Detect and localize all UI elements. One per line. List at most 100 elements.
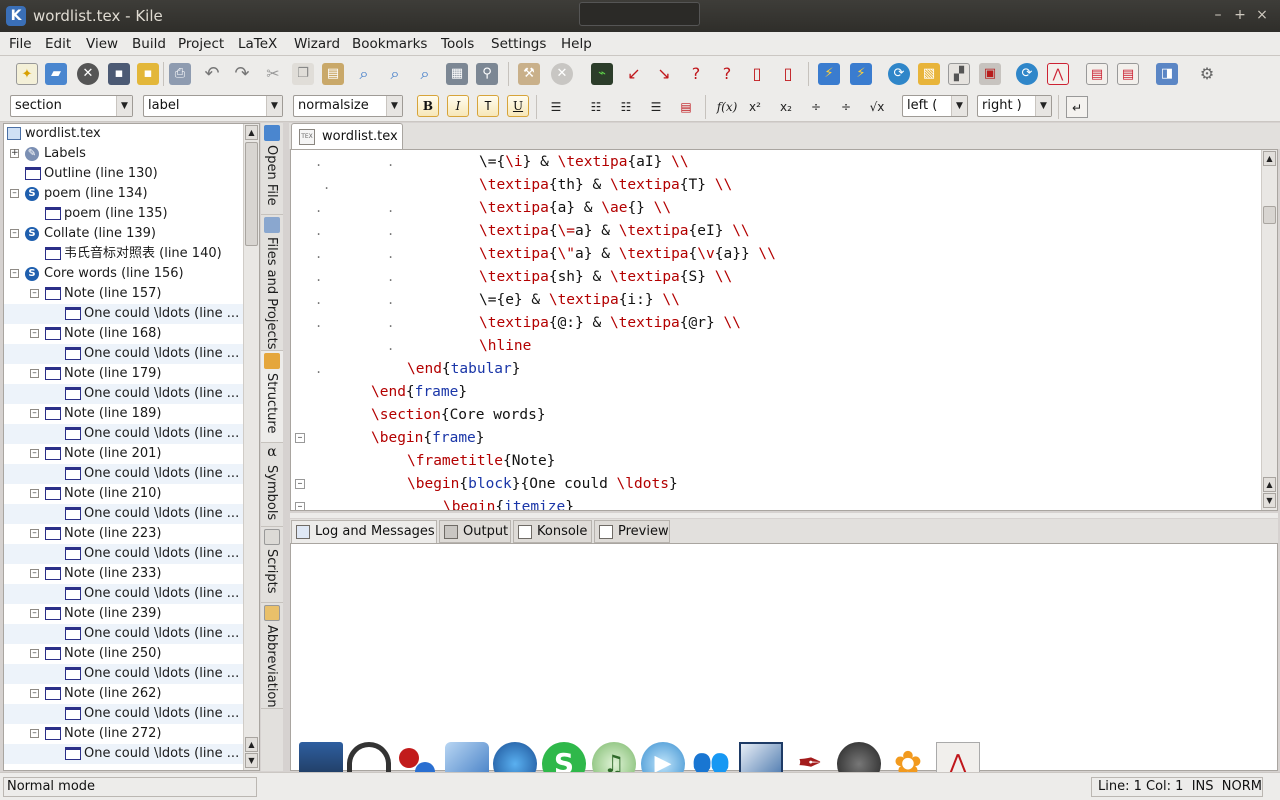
quick-build-icon[interactable]: ⌁: [591, 63, 613, 85]
expand-toggle-icon[interactable]: –: [30, 529, 39, 538]
tree-item-frame[interactable]: Outline (line 130): [4, 164, 244, 184]
find-next-icon[interactable]: ⌕: [384, 63, 406, 85]
code-line[interactable]: \begin{block}{One could \ldots}: [407, 473, 678, 496]
minimize-icon[interactable]: –: [1208, 5, 1228, 25]
code-line[interactable]: \textipa{sh} & \textipa{S} \\: [479, 266, 732, 289]
code-line[interactable]: \hline: [479, 335, 531, 358]
code-line[interactable]: \textipa{@:} & \textipa{@r} \\: [479, 312, 741, 335]
code-line[interactable]: \begin{frame}: [371, 427, 485, 450]
chevron-down-icon[interactable]: ▼: [951, 96, 967, 116]
tree-item-frame[interactable]: – Note (line 250): [4, 644, 244, 664]
tree-item-block[interactable]: One could \ldots (line ...: [4, 744, 244, 764]
code-line[interactable]: \textipa{a} & \ae{} \\: [479, 197, 671, 220]
expand-toggle-icon[interactable]: –: [30, 689, 39, 698]
bold-button[interactable]: B: [417, 95, 439, 117]
expand-toggle-icon[interactable]: –: [30, 489, 39, 498]
view-pdf-icon[interactable]: ▣: [979, 63, 1001, 85]
tree-item-frame[interactable]: 韦氏音标对照表 (line 140): [4, 244, 244, 264]
fold-toggle-icon[interactable]: –: [295, 502, 305, 510]
expand-toggle-icon[interactable]: –: [30, 569, 39, 578]
menu-view[interactable]: View: [86, 36, 118, 52]
tab-konsole[interactable]: Konsole: [513, 520, 592, 543]
math-function-icon[interactable]: f(x): [713, 96, 741, 118]
scroll-up-icon[interactable]: ▲: [245, 125, 258, 140]
latex-icon[interactable]: ⚡: [818, 63, 840, 85]
tab-scripts[interactable]: Scripts: [261, 527, 283, 603]
find-in-files-icon[interactable]: ▦: [446, 63, 468, 85]
code-line[interactable]: \end{frame}: [371, 381, 467, 404]
tree-item-block[interactable]: One could \ldots (line ...: [4, 344, 244, 364]
right-delimiter-combo[interactable]: right ) ▼: [977, 95, 1052, 117]
tree-item-block[interactable]: One could \ldots (line ...: [4, 664, 244, 684]
menu-latex[interactable]: LaTeX: [238, 36, 277, 52]
undo-icon[interactable]: ↶: [201, 63, 223, 85]
pdf-icon[interactable]: ⋀: [1047, 63, 1069, 85]
underline-button[interactable]: U: [507, 95, 529, 117]
code-line[interactable]: \={\i} & \textipa{aI} \\: [479, 151, 689, 174]
code-editor[interactable]: – – – \={\i} & \textipa{aI} \\.. \textipa…: [290, 149, 1278, 511]
tree-item-frame[interactable]: – Note (line 168): [4, 324, 244, 344]
new-file-icon[interactable]: ✦: [16, 63, 38, 85]
previous-error-icon[interactable]: ↙: [623, 63, 645, 85]
pdflatex-icon[interactable]: ⟳: [1016, 63, 1038, 85]
view-ps-icon[interactable]: ▧: [918, 63, 940, 85]
code-line[interactable]: \textipa{\=a} & \textipa{eI} \\: [479, 220, 750, 243]
tab-preview[interactable]: Preview: [594, 520, 670, 543]
code-line[interactable]: \section{Core words}: [371, 404, 546, 427]
tab-symbols[interactable]: α Symbols: [261, 443, 283, 527]
expand-toggle-icon[interactable]: –: [30, 369, 39, 378]
cut-icon[interactable]: ✂: [262, 63, 284, 85]
code-line[interactable]: \frametitle{Note}: [407, 450, 555, 473]
tab-output[interactable]: Output: [439, 520, 511, 543]
tree-item-frame[interactable]: – Note (line 157): [4, 284, 244, 304]
tree-item-frame[interactable]: – Note (line 223): [4, 524, 244, 544]
label-combo[interactable]: label ▼: [143, 95, 283, 117]
stop-icon[interactable]: ✕: [551, 63, 573, 85]
tree-item-block[interactable]: One could \ldots (line ...: [4, 464, 244, 484]
fold-toggle-icon[interactable]: –: [295, 433, 305, 443]
convert-icon[interactable]: ▤: [1086, 63, 1108, 85]
expand-toggle-icon[interactable]: –: [30, 409, 39, 418]
print-icon[interactable]: ⎙: [169, 63, 191, 85]
italic-button[interactable]: I: [447, 95, 469, 117]
tab-wordlist-tex[interactable]: TEX wordlist.tex: [291, 123, 403, 150]
scroll-up-icon[interactable]: ▲: [1263, 477, 1276, 492]
panel-splitter[interactable]: [290, 513, 1278, 518]
tree-item-block[interactable]: One could \ldots (line ...: [4, 384, 244, 404]
scroll-down-icon[interactable]: ▼: [245, 753, 258, 768]
tree-item-block[interactable]: One could \ldots (line ...: [4, 624, 244, 644]
menu-bookmarks[interactable]: Bookmarks: [352, 36, 427, 52]
expand-toggle-icon[interactable]: –: [10, 189, 19, 198]
next-warning-icon[interactable]: ?: [716, 63, 738, 85]
tree-item-frame[interactable]: – Note (line 210): [4, 484, 244, 504]
dfrac-icon[interactable]: ÷: [835, 96, 857, 118]
menu-edit[interactable]: Edit: [45, 36, 71, 52]
tree-item-section[interactable]: – Spoem (line 134): [4, 184, 244, 204]
scroll-up-icon[interactable]: ▲: [245, 737, 258, 752]
replace-icon[interactable]: ⚲: [476, 63, 498, 85]
scroll-down-icon[interactable]: ▼: [1263, 493, 1276, 508]
subscript-icon[interactable]: x₂: [775, 96, 797, 118]
next-badbox-icon[interactable]: ▯: [777, 63, 799, 85]
view-dvi-icon[interactable]: ⚡: [850, 63, 872, 85]
tree-item-labels[interactable]: + ✎ Labels: [4, 144, 244, 164]
structure-scrollbar[interactable]: ▲ ▲ ▼: [243, 124, 259, 770]
description-icon[interactable]: ☰: [645, 96, 667, 118]
dvi-to-ps-icon[interactable]: ⟳: [888, 63, 910, 85]
scrollbar-thumb[interactable]: [1263, 206, 1276, 224]
maximize-icon[interactable]: +: [1230, 5, 1250, 25]
close-file-icon[interactable]: ✕: [77, 63, 99, 85]
tree-item-block[interactable]: One could \ldots (line ...: [4, 544, 244, 564]
menu-help[interactable]: Help: [561, 36, 592, 52]
menu-project[interactable]: Project: [178, 36, 224, 52]
tree-item-block[interactable]: One could \ldots (line ...: [4, 704, 244, 724]
expand-toggle-icon[interactable]: –: [10, 269, 19, 278]
left-delimiter-combo[interactable]: left ( ▼: [902, 95, 968, 117]
tree-root[interactable]: wordlist.tex: [4, 124, 244, 144]
tab-structure[interactable]: Structure: [261, 351, 283, 443]
tree-item-block[interactable]: One could \ldots (line ...: [4, 504, 244, 524]
sqrt-icon[interactable]: √x: [864, 96, 890, 118]
expand-toggle-icon[interactable]: +: [10, 149, 19, 158]
find-icon[interactable]: ⌕: [353, 63, 375, 85]
tree-item-frame[interactable]: – Note (line 189): [4, 404, 244, 424]
